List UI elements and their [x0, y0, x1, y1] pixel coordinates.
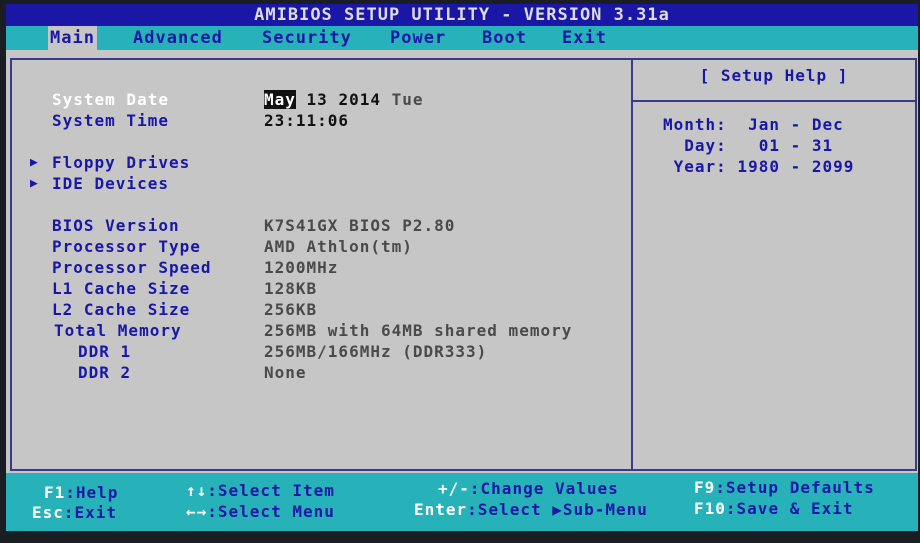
date-weekday: Tue — [391, 90, 424, 109]
system-time-label[interactable]: System Time — [52, 111, 169, 130]
ddr1-label: DDR 1 — [78, 342, 132, 361]
processor-speed-label: Processor Speed — [52, 258, 212, 277]
l2-cache-value: 256KB — [264, 300, 318, 319]
help-divider — [633, 100, 915, 102]
submenu-ide-devices[interactable]: IDE Devices — [52, 174, 169, 193]
date-month-field[interactable]: May — [264, 90, 296, 109]
date-rest-field[interactable]: 13 2014 — [296, 90, 381, 109]
help-line-day: Day: 01 - 31 — [663, 136, 834, 155]
total-memory-label: Total Memory — [54, 321, 182, 340]
tab-advanced[interactable]: Advanced — [133, 26, 223, 50]
submenu-arrow-icon: ▶ — [30, 176, 38, 191]
legend-select-menu: ←→:Select Menu — [186, 502, 335, 521]
system-time-value[interactable]: 23:11:06 — [264, 111, 349, 130]
submenu-floppy-drives[interactable]: Floppy Drives — [52, 153, 190, 172]
help-line-month: Month: Jan - Dec — [663, 115, 844, 134]
title-bar: AMIBIOS SETUP UTILITY - VERSION 3.31a — [6, 4, 918, 26]
l1-cache-label: L1 Cache Size — [52, 279, 191, 298]
ddr2-value: None — [264, 363, 307, 382]
processor-type-label: Processor Type — [52, 237, 201, 256]
ddr1-value: 256MB/166MHz (DDR333) — [264, 342, 488, 361]
legend-esc-exit: Esc:Exit — [32, 503, 118, 522]
bios-version-label: BIOS Version — [52, 216, 180, 235]
submenu-arrow-icon: ▶ — [30, 155, 38, 170]
legend-change-values: +/-:Change Values — [438, 479, 619, 498]
menu-bar: Main Advanced Security Power Boot Exit — [6, 26, 918, 50]
system-date-label[interactable]: System Date — [52, 90, 169, 109]
key-legend-bar: F1:Help Esc:Exit ↑↓:Select Item ←→:Selec… — [6, 473, 918, 531]
main-panel: System Date May 13 2014 Tue System Time … — [6, 50, 918, 473]
tab-main[interactable]: Main — [48, 26, 97, 50]
tab-power[interactable]: Power — [390, 26, 446, 50]
help-line-year: Year: 1980 - 2099 — [663, 157, 855, 176]
total-memory-value: 256MB with 64MB shared memory — [264, 321, 573, 340]
bios-version-value: K7S41GX BIOS P2.80 — [264, 216, 456, 235]
processor-speed-value: 1200MHz — [264, 258, 339, 277]
legend-select-item: ↑↓:Select Item — [186, 481, 335, 500]
bios-screen: AMIBIOS SETUP UTILITY - VERSION 3.31a Ma… — [6, 4, 918, 531]
help-title: [ Setup Help ] — [699, 66, 849, 85]
legend-f1-help: F1:Help — [44, 483, 119, 502]
settings-box: System Date May 13 2014 Tue System Time … — [10, 58, 633, 471]
system-date-value[interactable]: May 13 2014 Tue — [264, 90, 424, 109]
tab-exit[interactable]: Exit — [562, 26, 607, 50]
l2-cache-label: L2 Cache Size — [52, 300, 191, 319]
monitor-bezel — [0, 531, 920, 543]
l1-cache-value: 128KB — [264, 279, 318, 298]
processor-type-value: AMD Athlon(tm) — [264, 237, 413, 256]
ddr2-label: DDR 2 — [78, 363, 132, 382]
legend-select-submenu: Enter:Select ▶Sub-Menu — [414, 500, 648, 519]
tab-security[interactable]: Security — [262, 26, 352, 50]
legend-f9-defaults: F9:Setup Defaults — [694, 478, 875, 497]
help-panel: [ Setup Help ] Month: Jan - Dec Day: 01 … — [631, 58, 917, 471]
legend-f10-save-exit: F10:Save & Exit — [694, 499, 854, 518]
tab-boot[interactable]: Boot — [482, 26, 527, 50]
